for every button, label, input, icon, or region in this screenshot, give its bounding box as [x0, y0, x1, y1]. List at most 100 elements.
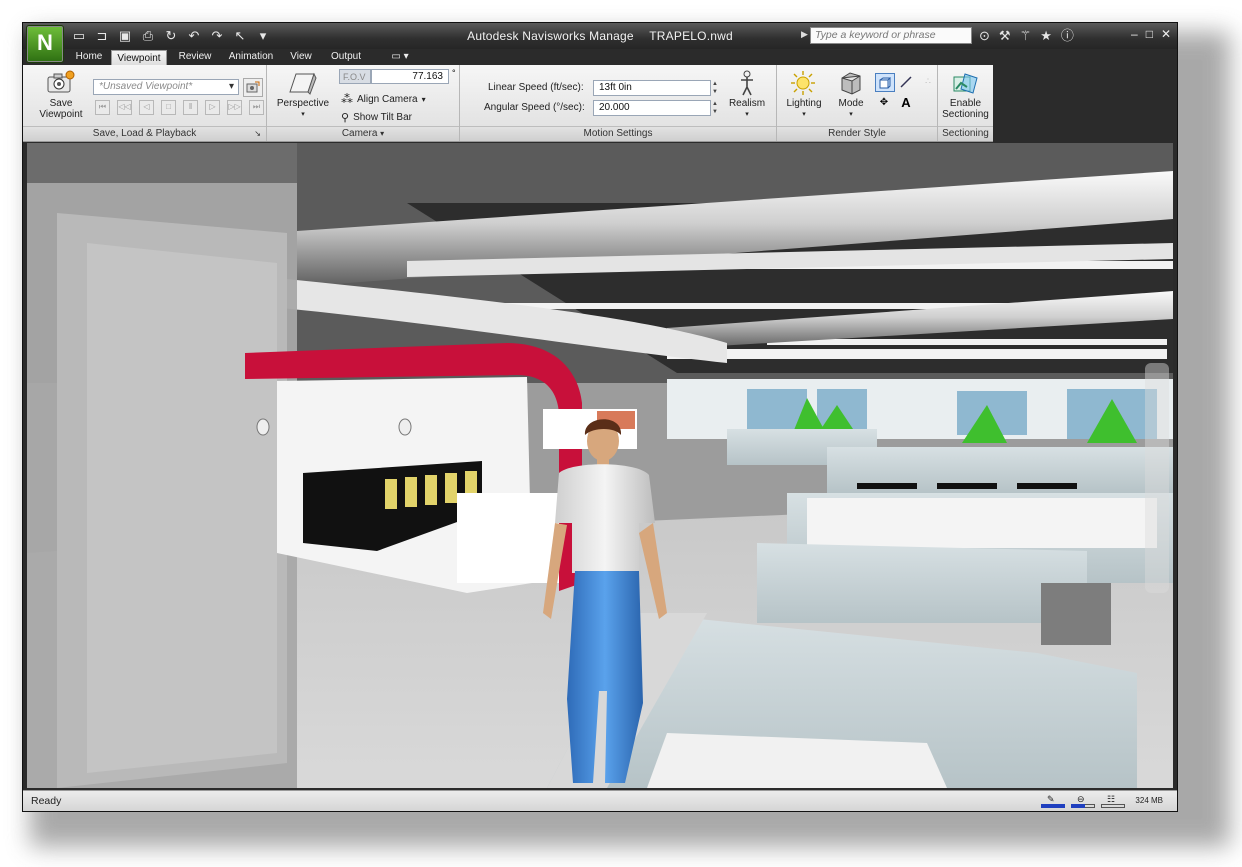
realism-button[interactable]: Realism ▾	[722, 98, 772, 120]
align-camera-icon: ⁂	[341, 92, 353, 106]
panel-title: Sectioning	[942, 128, 989, 139]
viewpoint-select-value: *Unsaved Viewpoint*	[99, 81, 193, 92]
binoculars-icon[interactable]: ⊙	[979, 27, 990, 45]
lines-icon[interactable]	[897, 73, 915, 90]
tab-view[interactable]: View	[285, 49, 317, 65]
chevron-down-icon: ▾	[228, 81, 234, 92]
playback-first-icon[interactable]: ⏮	[95, 100, 110, 115]
angular-speed-input[interactable]: 20.000	[593, 100, 711, 116]
linear-speed-input[interactable]: 13ft 0in	[593, 80, 711, 96]
linear-speed-spinner[interactable]: ▲ ▼	[711, 80, 719, 96]
panel-render-style: Lighting ▾ Mode ▾ ∴ ✥ A Render Style	[777, 65, 938, 141]
align-camera-label: Align Camera	[357, 93, 418, 105]
title-bar: ▭ ⊐ ▣ ⎙ ↻ ↶ ↷ ↖ ▾ Autodesk Navisworks Ma…	[23, 23, 1177, 49]
manage-viewpoints-icon[interactable]	[243, 78, 263, 97]
snap-points-icon[interactable]: ✥	[875, 94, 893, 111]
gauge-fill	[1041, 804, 1065, 808]
close-button[interactable]: ✕	[1161, 27, 1171, 41]
mode-cube-icon[interactable]	[837, 69, 865, 97]
fov-unit: °	[452, 68, 456, 78]
satellite-icon[interactable]: ⚚	[1020, 27, 1032, 45]
perspective-icon[interactable]	[285, 70, 319, 96]
chevron-down-icon: ▾	[301, 111, 305, 118]
realism-person-icon[interactable]	[735, 69, 759, 97]
viewpoint-select[interactable]: *Unsaved Viewpoint* ▾	[93, 79, 239, 95]
enable-sectioning-label-1: Enable	[949, 98, 982, 109]
tab-output[interactable]: Output	[324, 49, 368, 65]
angular-speed-label: Angular Speed (°/sec):	[484, 102, 585, 113]
fov-label: F.O.V	[339, 69, 371, 84]
search-expand-icon[interactable]: ▶	[801, 29, 808, 40]
panel-label-save-load: Save, Load & Playback ↘	[23, 126, 266, 141]
playback-last-icon[interactable]: ⏭	[249, 100, 264, 115]
panel-title: Motion Settings	[583, 128, 653, 139]
enable-sectioning-button[interactable]: Enable Sectioning	[938, 98, 993, 120]
tab-review[interactable]: Review	[173, 49, 217, 65]
server-progress-gauge: ☷	[1101, 794, 1125, 808]
chevron-down-icon: ▾	[745, 111, 749, 118]
surfaces-icon[interactable]	[875, 73, 895, 92]
panel-title: Render Style	[828, 128, 886, 139]
save-viewpoint-button[interactable]: Save Viewpoint	[31, 98, 91, 120]
info-center-tools: ⊙ ⚒ ⚚ ★ ⓘ	[979, 27, 1074, 45]
wrench-icon[interactable]: ⚒	[999, 27, 1011, 45]
panel-camera: Perspective ▾ F.O.V 77.163 ° ⁂ Align Cam…	[267, 65, 460, 141]
tab-home[interactable]: Home	[71, 49, 107, 65]
lighting-icon[interactable]	[789, 69, 817, 97]
tab-extra[interactable]: ▭ ▾	[385, 49, 415, 65]
chevron-down-icon: ▾	[849, 111, 853, 118]
perspective-label: Perspective	[276, 98, 330, 109]
save-viewpoint-label-1: Save	[49, 98, 73, 109]
file-name: TRAPELO.nwd	[649, 29, 733, 43]
playback-stop-icon[interactable]: □	[161, 100, 176, 115]
ribbon: Save Viewpoint *Unsaved Viewpoint* ▾ ⏮ ◁…	[23, 65, 994, 142]
mode-button[interactable]: Mode ▾	[831, 98, 871, 120]
section-plane-icon[interactable]	[950, 69, 980, 97]
align-camera-button[interactable]: ⁂ Align Camera ▾	[341, 92, 426, 106]
minimize-button[interactable]: –	[1131, 27, 1138, 41]
panel-label-sectioning: Sectioning	[938, 126, 993, 141]
points-icon[interactable]: ∴	[919, 73, 937, 90]
disk-progress-gauge: ⊖	[1071, 794, 1095, 808]
office-scene	[27, 143, 1173, 788]
chevron-down-icon: ▾	[802, 111, 806, 118]
enable-sectioning-label-2: Sectioning	[942, 109, 989, 120]
playback-pause-icon[interactable]: ‖	[183, 100, 198, 115]
tab-viewpoint[interactable]: Viewpoint	[111, 50, 167, 66]
panel-sectioning: Enable Sectioning Sectioning	[938, 65, 994, 141]
panel-label-camera: Camera ▾	[267, 126, 459, 141]
pencil-progress-gauge: ✎	[1041, 794, 1065, 808]
app-name: Autodesk Navisworks Manage	[467, 29, 634, 43]
search-input[interactable]: Type a keyword or phrase	[810, 27, 972, 44]
playback-step-forward-icon[interactable]: ▷▷	[227, 100, 242, 115]
3d-viewport[interactable]	[27, 143, 1173, 788]
show-tilt-bar-label: Show Tilt Bar	[353, 112, 412, 123]
show-tilt-bar-button[interactable]: ⚲ Show Tilt Bar	[341, 111, 412, 124]
panel-motion-settings: Linear Speed (ft/sec): 13ft 0in ▲ ▼ Angul…	[460, 65, 777, 141]
ribbon-empty-area	[993, 65, 1177, 141]
status-bar: Ready ✎ ⊖ ☷ 324 MB	[23, 790, 1177, 811]
panel-label-motion: Motion Settings	[460, 126, 776, 141]
save-viewpoint-label-2: Viewpoint	[39, 109, 83, 120]
perspective-button[interactable]: Perspective ▾	[273, 98, 333, 120]
fov-input[interactable]: 77.163	[371, 69, 449, 84]
application-menu-button[interactable]: N	[26, 25, 64, 63]
gauge-track	[1101, 804, 1125, 808]
star-icon[interactable]: ★	[1040, 27, 1052, 45]
camera-icon[interactable]	[43, 69, 77, 95]
help-icon[interactable]: ⓘ	[1061, 27, 1074, 45]
playback-reverse-icon[interactable]: ◁	[139, 100, 154, 115]
status-text: Ready	[31, 795, 62, 807]
lighting-button[interactable]: Lighting ▾	[781, 98, 827, 120]
maximize-button[interactable]: □	[1146, 27, 1153, 41]
memory-usage: 324 MB	[1135, 796, 1163, 805]
playback-play-icon[interactable]: ▷	[205, 100, 220, 115]
panel-title: Camera	[341, 128, 378, 139]
playback-step-back-icon[interactable]: ◁◁	[117, 100, 132, 115]
mode-label: Mode	[838, 98, 864, 109]
panel-launcher-icon[interactable]: ↘	[254, 127, 261, 140]
chevron-down-icon[interactable]: ▾	[380, 129, 384, 138]
tab-animation[interactable]: Animation	[224, 49, 278, 65]
text-icon[interactable]: A	[897, 94, 915, 111]
angular-speed-spinner[interactable]: ▲ ▼	[711, 100, 719, 116]
